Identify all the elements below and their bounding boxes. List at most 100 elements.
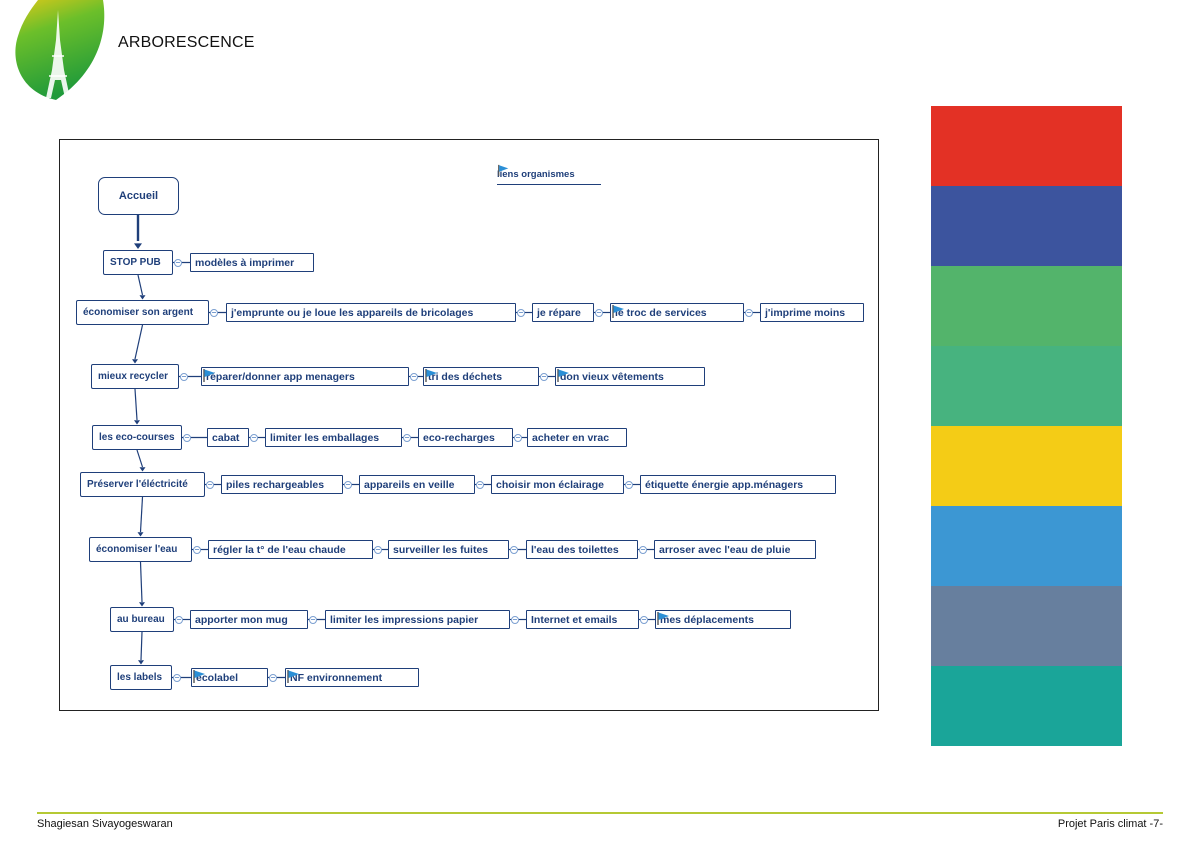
leaf-node-label: cabat [212,431,240,444]
collapse-dot[interactable] [374,545,382,554]
collapse-dot[interactable] [206,480,214,489]
leaf-node[interactable]: limiter les impressions papier [325,610,510,629]
leaf-node-label: tri des déchets [428,370,503,383]
leaf-node[interactable]: cabat [207,428,249,447]
collapse-dot[interactable] [180,372,188,381]
leaf-node-label: NF environnement [290,671,383,684]
collapse-dot[interactable] [309,615,317,624]
branch-node[interactable]: Préserver l'éléctricité [80,472,205,497]
leaf-node[interactable]: je répare [532,303,594,322]
color-swatch [931,666,1122,746]
collapse-dot[interactable] [183,433,191,442]
leaf-node[interactable]: eco-recharges [418,428,513,447]
row-arrow-head [138,660,144,665]
collapse-dot[interactable] [540,372,548,381]
leaf-node-label: piles rechargeables [226,478,325,491]
leaf-node[interactable]: arroser avec l'eau de pluie [654,540,816,559]
branch-node-label: les eco-courses [99,432,175,443]
collapse-dot[interactable] [640,615,648,624]
leaf-node-label: eco-recharges [423,431,495,444]
leaf-node[interactable]: régler la t° de l'eau chaude [208,540,373,559]
collapse-dot[interactable] [403,433,411,442]
leaf-node[interactable]: l'eau des toilettes [526,540,638,559]
row-connector [139,561,143,603]
leaf-node-label: arroser avec l'eau de pluie [659,543,791,556]
collapse-dot[interactable] [269,673,277,682]
branch-node[interactable]: économiser l'eau [89,537,192,562]
legend: liens organismes [497,164,601,185]
home-node[interactable]: Accueil [98,177,179,215]
flag-icon [657,612,669,625]
collapse-dot[interactable] [410,372,418,381]
flag-icon [425,369,437,382]
leaf-node[interactable]: appareils en veille [359,475,475,494]
leaf-node[interactable]: acheter en vrac [527,428,627,447]
leaf-node-label: j'imprime moins [765,306,846,319]
collapse-dot[interactable] [476,480,484,489]
collapse-dot[interactable] [639,545,647,554]
branch-node-label: STOP PUB [110,257,161,268]
leaf-node[interactable]: j'imprime moins [760,303,864,322]
collapse-dot[interactable] [250,433,258,442]
leaf-node[interactable]: ecolabel [191,668,268,687]
collapse-dot[interactable] [595,308,603,317]
site-tree-diagram: liens organismes Accueil STOP PUB modèles … [59,139,879,711]
collapse-dot[interactable] [625,480,633,489]
collapse-dot[interactable] [175,615,183,624]
branch-node-label: mieux recycler [98,371,169,382]
collapse-dot[interactable] [193,545,201,554]
row-arrow-head [132,359,138,364]
leaf-node[interactable]: tri des déchets [423,367,539,386]
leaf-node-label: régler la t° de l'eau chaude [213,543,346,556]
collapse-dot[interactable] [210,308,218,317]
branch-node-label: économiser l'eau [96,544,178,555]
color-swatch [931,106,1122,186]
leaf-node[interactable]: choisir mon éclairage [491,475,624,494]
branch-node[interactable]: STOP PUB [103,250,173,275]
branch-node-label: les labels [117,672,163,683]
leaf-node[interactable]: apporter mon mug [190,610,308,629]
branch-node[interactable]: les labels [110,665,172,690]
branch-node-label: Préserver l'éléctricité [87,479,188,490]
branch-node[interactable]: mieux recycler [91,364,179,389]
leaf-node[interactable]: Internet et emails [526,610,639,629]
row-connector [134,324,144,360]
leaf-node[interactable]: étiquette énergie app.ménagers [640,475,836,494]
collapse-dot[interactable] [510,545,518,554]
collapse-dot[interactable] [517,308,525,317]
collapse-dot[interactable] [511,615,519,624]
leaf-node-label: l'eau des toilettes [531,543,619,556]
leaf-node[interactable]: limiter les emballages [265,428,402,447]
collapse-dot[interactable] [745,308,753,317]
leaf-node[interactable]: le troc de services [610,303,744,322]
leaf-node[interactable]: don vieux vêtements [555,367,705,386]
leaf-node[interactable]: mes déplacements [655,610,791,629]
flag-icon [287,670,299,683]
leaf-node[interactable]: surveiller les fuites [388,540,509,559]
collapse-dot[interactable] [344,480,352,489]
home-arrow-head [134,243,142,249]
collapse-dot[interactable] [173,673,181,682]
row-connector [136,449,144,468]
branch-node[interactable]: économiser son argent [76,300,209,325]
row-arrow-head [137,532,144,537]
leaf-node[interactable]: j'emprunte ou je loue les appareils de b… [226,303,516,322]
row-connector [137,274,144,296]
leaf-node-label: apporter mon mug [195,613,288,626]
color-swatch [931,186,1122,266]
footer-author: Shagiesan Sivayogeswaran [37,818,173,830]
leaf-node[interactable]: NF environnement [285,668,419,687]
branch-node[interactable]: les eco-courses [92,425,182,450]
leaf-node-label: don vieux vêtements [560,370,664,383]
branch-node[interactable]: au bureau [110,607,174,632]
leaf-node[interactable]: modèles à imprimer [190,253,314,272]
collapse-dot[interactable] [174,258,182,267]
color-swatch [931,586,1122,666]
leaf-node-label: je répare [537,306,581,319]
leaf-node[interactable]: piles rechargeables [221,475,343,494]
branch-node-label: économiser son argent [83,307,194,318]
leaf-node[interactable]: réparer/donner app menagers [201,367,409,386]
color-palette [931,106,1122,746]
row-arrow-head [139,295,146,300]
collapse-dot[interactable] [514,433,522,442]
